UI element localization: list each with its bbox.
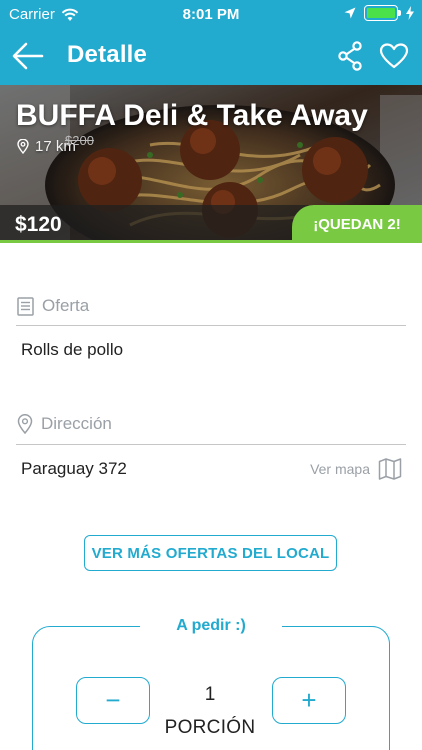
- arrow-left-icon: [12, 42, 44, 70]
- share-icon: [338, 41, 362, 71]
- address-value: Paraguay 372: [21, 459, 127, 478]
- location-pin-icon: [17, 414, 33, 434]
- increase-quantity-button[interactable]: +: [272, 677, 346, 724]
- app-header: Carrier 8:01 PM Detalle: [0, 0, 422, 85]
- status-right: [344, 5, 414, 21]
- status-bar: Carrier 8:01 PM: [0, 0, 422, 28]
- offer-value: Rolls de pollo: [21, 340, 124, 359]
- location-pin-icon: [17, 139, 29, 154]
- price: $120: [15, 213, 62, 236]
- quantity-value: 1: [204, 684, 216, 705]
- share-button[interactable]: [332, 37, 368, 75]
- offer-field-underline: [16, 325, 406, 326]
- heart-icon: [379, 43, 409, 69]
- decrease-quantity-button[interactable]: −: [76, 677, 150, 724]
- back-button[interactable]: [10, 38, 46, 74]
- document-icon: [17, 296, 34, 316]
- view-map-label: Ver mapa: [310, 461, 370, 477]
- hero-divider: [0, 240, 422, 243]
- remaining-badge: ¡QUEDAN 2!: [292, 205, 422, 243]
- more-offers-button[interactable]: VER MÁS OFERTAS DEL LOCAL: [84, 535, 337, 571]
- page-title: Detalle: [67, 41, 148, 68]
- view-map-link[interactable]: Ver mapa: [310, 458, 402, 480]
- location-arrow-icon: [344, 7, 356, 19]
- charging-bolt-icon: [406, 6, 414, 20]
- nav-bar: Detalle: [0, 28, 422, 85]
- battery-icon: [364, 5, 401, 21]
- old-price: $200: [65, 133, 94, 148]
- address-field-label: Dirección: [17, 414, 112, 434]
- address-label: Dirección: [41, 414, 112, 433]
- quantity-unit: PORCIÓN: [164, 717, 256, 738]
- restaurant-name: BUFFA Deli & Take Away: [16, 99, 368, 132]
- order-title: A pedir :): [140, 617, 282, 635]
- favorite-button[interactable]: [376, 37, 412, 75]
- address-field-underline: [16, 444, 406, 445]
- offer-field-label: Oferta: [17, 296, 89, 316]
- map-icon: [378, 458, 402, 480]
- offer-label: Oferta: [42, 296, 90, 315]
